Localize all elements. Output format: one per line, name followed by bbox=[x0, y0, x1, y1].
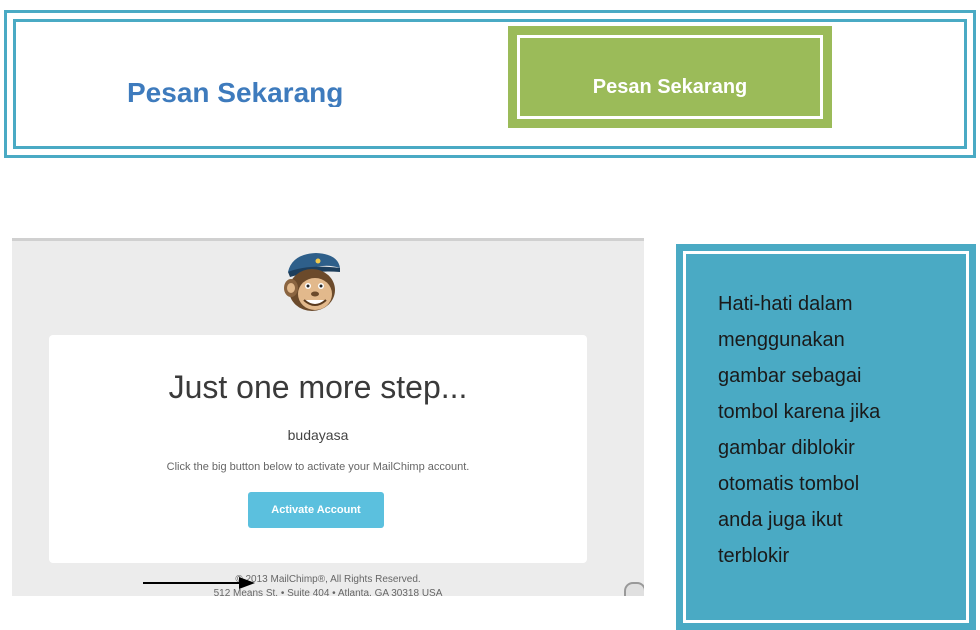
note-line: anda juga ikut bbox=[718, 509, 843, 531]
card-headline: Just one more step... bbox=[168, 369, 468, 405]
email-screenshot: Just one more step... budayasa Click the… bbox=[12, 238, 644, 596]
chat-bubble-icon[interactable] bbox=[624, 582, 644, 596]
order-now-button[interactable]: Pesan Sekarang bbox=[508, 26, 832, 128]
warning-note-box: Hati-hati dalam menggunakan gambar sebag… bbox=[676, 244, 976, 630]
note-line: Hati-hati dalam bbox=[718, 293, 853, 315]
activation-card: Just one more step... budayasa Click the… bbox=[49, 335, 587, 563]
note-line: gambar sebagai bbox=[718, 365, 862, 387]
note-line: tombol karena jika bbox=[718, 401, 881, 423]
text-link-wrap[interactable]: Pesan Sekarang bbox=[127, 71, 387, 107]
activate-account-button[interactable]: Activate Account bbox=[248, 492, 384, 528]
note-line: terblokir bbox=[718, 545, 790, 567]
order-now-button-label: Pesan Sekarang bbox=[592, 76, 748, 98]
note-line: otomatis tombol bbox=[718, 473, 860, 495]
screenshot-top-divider bbox=[12, 238, 644, 241]
card-description: Click the big button below to activate y… bbox=[166, 461, 470, 473]
note-text: Hati-hati dalam menggunakan gambar sebag… bbox=[718, 286, 948, 574]
footer-copyright: © 2013 MailChimp®, All Rights Reserved. bbox=[235, 574, 421, 585]
note-line: gambar diblokir bbox=[718, 437, 855, 459]
text-link-label[interactable]: Pesan Sekarang bbox=[127, 71, 387, 107]
footer-address: 512 Means St. • Suite 404 • Atlanta, GA … bbox=[213, 588, 443, 596]
arrow-pointer-icon bbox=[143, 577, 255, 589]
chimp-mascot-icon bbox=[284, 253, 340, 311]
note-line: menggunakan bbox=[718, 329, 845, 351]
card-username: budayasa bbox=[287, 427, 349, 443]
